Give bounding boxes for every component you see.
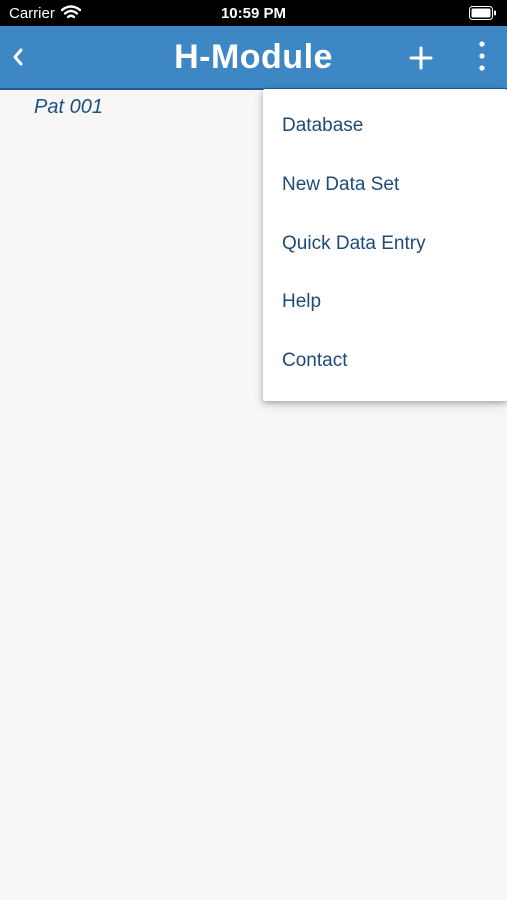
menu-item-help[interactable]: Help [263,273,507,331]
options-menu: Database New Data Set Quick Data Entry H… [263,89,507,401]
battery-icon [469,6,497,24]
plus-icon [409,46,433,70]
status-bar: Carrier 10:59 PM [0,0,507,26]
menu-item-database[interactable]: Database [263,97,507,155]
clock-time: 10:59 PM [220,5,287,22]
menu-item-contact[interactable]: Contact [263,332,507,390]
more-options-button[interactable] [472,38,492,74]
more-vertical-icon [479,41,485,71]
record-label[interactable]: Pat 001 [34,96,103,119]
navigation-bar: H-Module [0,26,507,90]
menu-item-quick-data-entry[interactable]: Quick Data Entry [263,215,507,273]
menu-item-new-data-set[interactable]: New Data Set [263,156,507,214]
add-button[interactable] [406,43,436,73]
